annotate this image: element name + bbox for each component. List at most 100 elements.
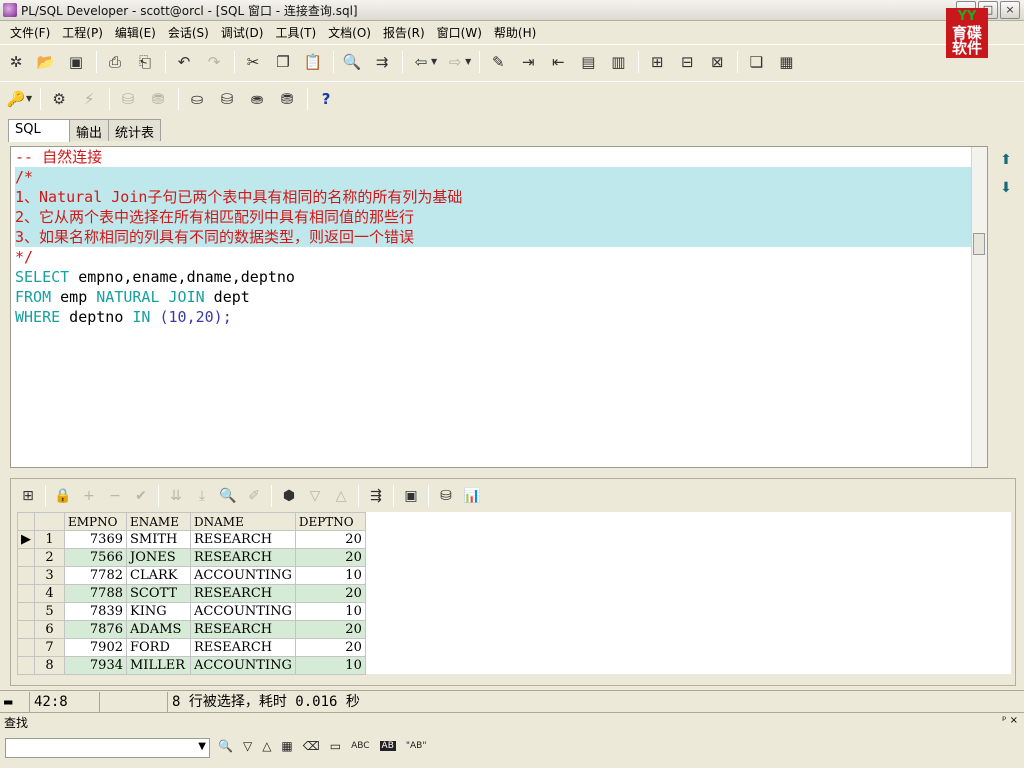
menu-documents[interactable]: 文档(O) [322,24,377,41]
menu-project[interactable]: 工程(P) [56,24,109,41]
cell-dname[interactable]: ACCOUNTING [190,602,296,621]
unindent-icon[interactable]: ⇤ [546,50,570,74]
window-list-icon[interactable]: ⊞ [645,50,669,74]
column-header-ename[interactable]: ENAME [126,512,191,531]
print-preview-icon[interactable]: ⎗ [133,50,157,74]
cell-empno[interactable]: 7839 [64,602,127,621]
column-header-empno[interactable]: EMPNO [64,512,127,531]
cell-dname[interactable]: ACCOUNTING [190,656,296,675]
sql-database-icon[interactable]: ⛁ [215,87,239,111]
help-icon[interactable]: ? [314,87,338,111]
tab-output[interactable]: 输出 [69,119,110,141]
save-results-icon[interactable]: ▣ [400,485,422,507]
cell-empno[interactable]: 7566 [64,548,127,567]
table-row[interactable]: 8 7934 MILLER ACCOUNTING 10 [17,656,366,675]
back-icon[interactable]: ⇦ [409,50,433,74]
find-next-icon[interactable]: ▽ [243,739,252,753]
close-button[interactable]: × [1000,1,1020,19]
query-by-example-icon[interactable]: 🔍 [217,485,239,507]
tile-icon[interactable]: ⊟ [675,50,699,74]
find-next-icon[interactable]: ⇉ [370,50,394,74]
cell-ename[interactable]: ADAMS [126,620,191,639]
cell-deptno[interactable]: 10 [294,656,366,675]
arrow-down-icon[interactable]: ⬇ [997,180,1015,208]
cell-dname[interactable]: RESEARCH [190,530,296,549]
menu-edit[interactable]: 编辑(E) [109,24,162,41]
cut-icon[interactable]: ✂ [241,50,265,74]
menu-tools[interactable]: 工具(T) [269,24,322,41]
key-dropdown-icon[interactable]: ▼ [26,94,32,103]
cell-empno[interactable]: 7369 [64,530,127,549]
delete-record-icon[interactable]: − [104,485,126,507]
export-database-icon[interactable]: ⛁ [435,485,457,507]
cell-empno[interactable]: 7902 [64,638,127,657]
undo-icon[interactable]: ↶ [172,50,196,74]
find-close-button[interactable]: ᵖ × [1002,715,1018,726]
back-dropdown-icon[interactable]: ▼ [431,57,437,66]
cell-deptno[interactable]: 20 [294,638,366,657]
chart-icon[interactable]: 📊 [461,485,483,507]
editor-scrollbar[interactable] [971,147,987,467]
sql-editor[interactable]: -- 自然连接 /* 1、Natural Join子句已两个表中具有相同的名称的… [10,146,988,468]
scroll-thumb[interactable] [973,233,985,255]
forward-dropdown-icon[interactable]: ▼ [465,57,471,66]
database-icon[interactable]: ⛀ [185,87,209,111]
single-record-view-icon[interactable]: ⇶ [365,485,387,507]
arrow-up-icon[interactable]: ⬆ [997,152,1015,180]
save-icon[interactable]: ▣ [64,50,88,74]
previous-page-icon[interactable]: △ [330,485,352,507]
cell-ename[interactable]: CLARK [126,566,191,585]
cell-ename[interactable]: MILLER [126,656,191,675]
layout-icon[interactable]: ▦ [774,50,798,74]
find-input[interactable]: ▼ [5,738,210,758]
break-icon[interactable]: ⚡ [77,87,101,111]
cell-dname[interactable]: RESEARCH [190,638,296,657]
clear-record-icon[interactable]: ✐ [243,485,265,507]
windows-icon[interactable]: ❏ [744,50,768,74]
quoted-search-icon[interactable]: "AB" [406,741,427,751]
table-row[interactable]: 2 7566 JONES RESEARCH 20 [17,548,366,567]
post-changes-icon[interactable]: ✔ [130,485,152,507]
commit-icon[interactable]: ⛁ [116,87,140,111]
menu-session[interactable]: 会话(S) [162,24,215,41]
redo-icon[interactable]: ↷ [202,50,226,74]
next-page-icon[interactable]: ▽ [304,485,326,507]
cell-empno[interactable]: 7782 [64,566,127,585]
tab-statistics[interactable]: 统计表 [108,119,162,141]
cell-dname[interactable]: RESEARCH [190,548,296,567]
find-icon[interactable]: 🔍 [340,50,364,74]
match-case-icon[interactable]: ABC [351,741,369,751]
regex-icon[interactable]: ▭ [330,739,341,753]
menu-reports[interactable]: 报告(R) [377,24,431,41]
clear-highlight-icon[interactable]: ⌫ [303,739,320,753]
highlight-icon[interactable]: ▦ [281,739,292,753]
table-row[interactable]: 7 7902 FORD RESEARCH 20 [17,638,366,657]
table-row[interactable]: 3 7782 CLARK ACCOUNTING 10 [17,566,366,585]
cell-deptno[interactable]: 20 [294,584,366,603]
find-previous-icon[interactable]: △ [262,739,271,753]
cell-empno[interactable]: 7934 [64,656,127,675]
cell-dname[interactable]: RESEARCH [190,584,296,603]
grid-view-icon[interactable]: ⊞ [17,485,39,507]
lock-icon[interactable]: 🔒 [52,485,74,507]
indent-icon[interactable]: ⇥ [516,50,540,74]
table-row[interactable]: 5 7839 KING ACCOUNTING 10 [17,602,366,621]
comment-icon[interactable]: ▤ [576,50,600,74]
column-header-deptno[interactable]: DEPTNO [294,512,366,531]
cell-deptno[interactable]: 10 [294,602,366,621]
menu-help[interactable]: 帮助(H) [488,24,542,41]
db-connect-icon[interactable]: ⛂ [245,87,269,111]
cell-empno[interactable]: 7788 [64,584,127,603]
export-icon[interactable]: ⬢ [278,485,300,507]
uncomment-icon[interactable]: ▥ [606,50,630,74]
paste-icon[interactable]: 📋 [301,50,325,74]
cell-ename[interactable]: KING [126,602,191,621]
whole-word-icon[interactable]: AB [379,741,396,751]
cascade-icon[interactable]: ⊠ [705,50,729,74]
cell-dname[interactable]: RESEARCH [190,620,296,639]
cell-deptno[interactable]: 20 [294,620,366,639]
copy-icon[interactable]: ❐ [271,50,295,74]
find-dropdown-icon[interactable]: ▼ [198,741,206,752]
tab-sql[interactable]: SQL [8,119,70,142]
result-grid[interactable]: EMPNO ENAME DNAME DEPTNO ▶ 1 7369 SMITH … [17,512,1011,675]
